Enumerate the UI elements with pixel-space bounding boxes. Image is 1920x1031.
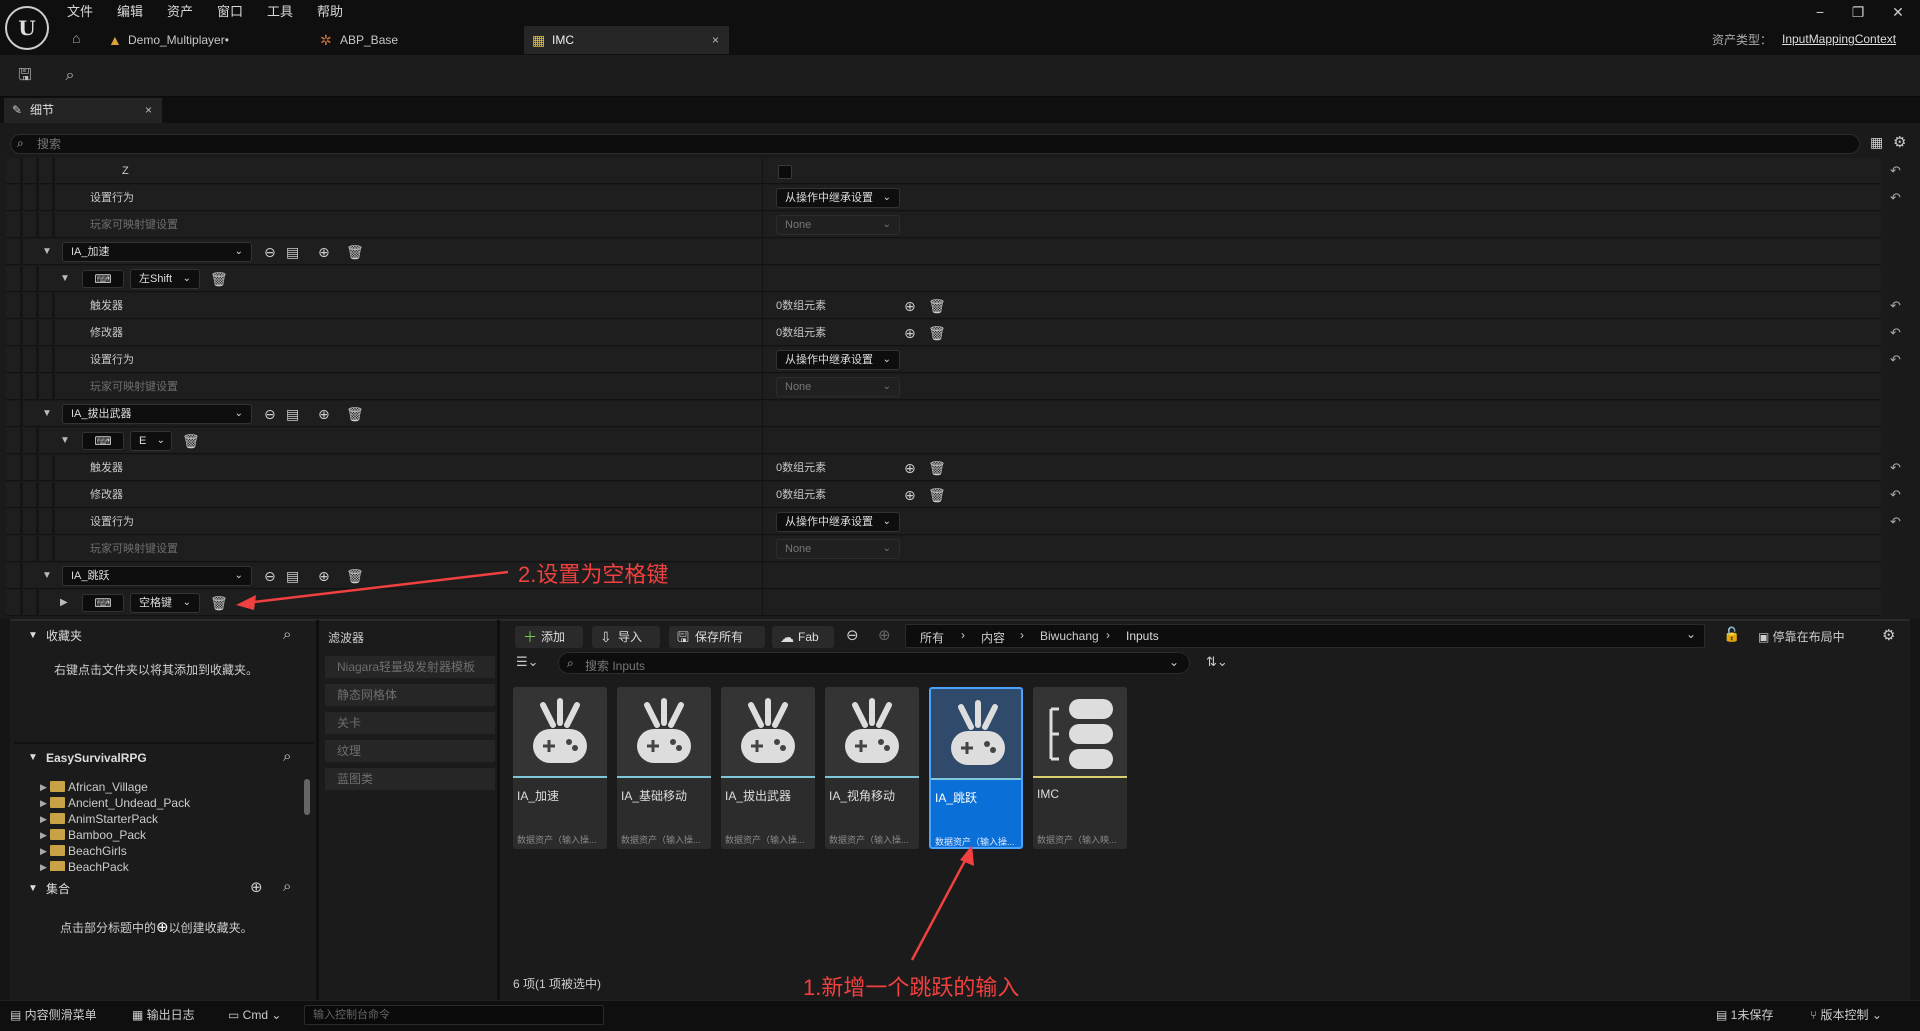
console-icon: ▭: [228, 1008, 243, 1022]
output-log-button[interactable]: ▦ 输出日志: [132, 1000, 195, 1031]
console-input[interactable]: 输入控制台命令: [304, 1005, 604, 1025]
cmd-dropdown[interactable]: ▭ Cmd ⌄: [228, 1000, 281, 1031]
log-icon: ▦: [132, 1008, 147, 1022]
status-bar: [0, 1000, 1920, 1031]
annotation-step1: 1.新增一个跳跃的输入: [803, 975, 1020, 1000]
annotation-arrows: [236, 570, 974, 961]
annotation-step2: 2.设置为空格键: [518, 562, 669, 587]
content-drawer-button[interactable]: ▤ 内容侧滑菜单: [10, 1000, 97, 1031]
unsaved-button[interactable]: ▤ 1未保存: [1716, 1000, 1773, 1031]
vcs-icon: ⑂: [1810, 1008, 1821, 1022]
version-control-button[interactable]: ⑂ 版本控制 ⌄: [1810, 1000, 1882, 1031]
drawer-icon: ▤: [10, 1008, 25, 1022]
unsaved-icon: ▤: [1716, 1008, 1731, 1022]
